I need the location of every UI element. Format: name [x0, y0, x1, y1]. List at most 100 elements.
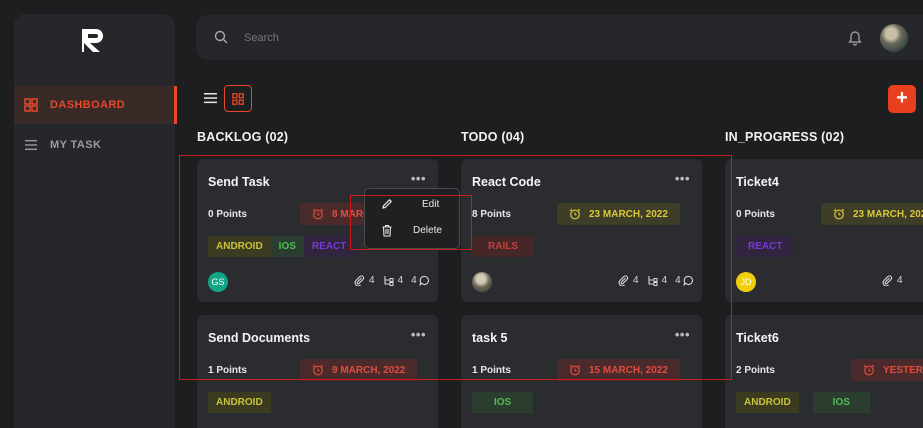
logo-icon[interactable] [78, 25, 108, 55]
attachment-count: 4 [897, 275, 903, 286]
alarm-clock-icon [863, 364, 875, 376]
column-title-backlog: BACKLOG (02) [197, 130, 289, 144]
subtask-icon [384, 276, 394, 286]
card-points: 1 Points [208, 365, 247, 376]
alarm-clock-icon [569, 208, 581, 220]
subtask-count: 4 [397, 275, 404, 286]
menu-item-edit[interactable]: Edit [365, 192, 461, 216]
tag-ios: IOS [472, 392, 534, 413]
card-points: 8 Points [472, 209, 511, 220]
grid-icon [24, 98, 38, 112]
comment-icon [419, 275, 429, 286]
card-title: Send Documents [208, 331, 311, 345]
grid-view-button[interactable] [224, 85, 252, 112]
tag-list: RAILS [472, 236, 534, 257]
menu-item-label: Delete [413, 224, 442, 236]
menu-item-label: Edit [422, 198, 440, 210]
card-title: Ticket4 [736, 175, 779, 189]
tag-list: ANDROID IOS [736, 392, 870, 413]
top-bar [196, 15, 923, 60]
card-title: task 5 [472, 331, 508, 345]
due-date-badge: 9 MARCH, 2022 [300, 359, 418, 381]
due-date-badge: 23 MARCH, 2022 [557, 203, 680, 225]
attachment-count: 4 [369, 275, 375, 286]
card-points: 1 Points [472, 365, 511, 376]
due-date-badge: YESTERDAY [851, 359, 923, 381]
card-points: 0 Points [208, 209, 247, 220]
tag-android: ANDROID [208, 392, 271, 413]
assignee-avatar[interactable]: JD [736, 272, 756, 292]
more-options-icon[interactable]: ••• [675, 327, 690, 342]
tag-list: ANDROID [208, 392, 271, 413]
search-input[interactable] [244, 27, 644, 49]
sidebar: DASHBOARD MY TASK [14, 14, 177, 428]
menu-item-delete[interactable]: Delete [365, 218, 461, 242]
more-options-icon[interactable]: ••• [411, 327, 426, 342]
column-title-todo: TODO (04) [461, 130, 525, 144]
more-options-icon[interactable]: ••• [675, 171, 690, 186]
comment-count: 4 [411, 275, 417, 286]
assignee-avatar[interactable]: GS [208, 272, 228, 292]
assignee-avatar[interactable] [472, 272, 492, 292]
tag-list: IOS [472, 392, 534, 413]
alarm-clock-icon [312, 208, 324, 220]
task-card[interactable]: Ticket6 2 Points YESTERDAY ANDROID IOS [725, 315, 923, 428]
more-options-icon[interactable]: ••• [411, 171, 426, 186]
attachment-count: 4 [633, 275, 639, 286]
task-card[interactable]: Send Documents ••• 1 Points 9 MARCH, 202… [197, 315, 438, 428]
card-context-menu: Edit Delete [364, 188, 460, 249]
sidebar-item-my-task[interactable]: MY TASK [14, 126, 175, 164]
comment-count: 4 [675, 275, 681, 286]
paperclip-icon [618, 275, 629, 286]
menu-icon [25, 140, 37, 150]
tag-rails: RAILS [472, 236, 534, 257]
card-title: Ticket6 [736, 331, 779, 345]
task-card[interactable]: React Code ••• 8 Points 23 MARCH, 2022 R… [461, 159, 702, 302]
tag-ios: IOS [812, 392, 870, 413]
card-meta: 4 [882, 275, 911, 286]
subtask-count: 4 [661, 275, 668, 286]
tag-react: REACT [303, 236, 355, 257]
user-avatar[interactable] [880, 24, 908, 52]
task-card[interactable]: task 5 ••• 1 Points 15 MARCH, 2022 IOS [461, 315, 702, 428]
paperclip-icon [882, 275, 893, 286]
grid-icon [232, 92, 244, 105]
card-meta: 4 4 4 [618, 275, 698, 286]
subtask-icon [648, 276, 658, 286]
sidebar-item-label: DASHBOARD [50, 99, 126, 111]
comment-icon [683, 275, 693, 286]
column-title-in-progress: IN_PROGRESS (02) [725, 130, 845, 144]
card-title: React Code [472, 175, 541, 189]
due-date: 23 MARCH, 2022 [589, 208, 668, 220]
sidebar-item-label: MY TASK [50, 139, 102, 151]
tag-ios: IOS [270, 236, 304, 257]
sidebar-nav: DASHBOARD MY TASK [14, 86, 177, 164]
alarm-clock-icon [312, 364, 324, 376]
add-task-button[interactable]: + [888, 85, 916, 113]
card-meta: 4 4 4 [354, 275, 434, 286]
alarm-clock-icon [833, 208, 845, 220]
sidebar-item-dashboard[interactable]: DASHBOARD [14, 86, 177, 124]
trash-icon [382, 224, 392, 237]
plus-icon: + [896, 87, 908, 109]
due-date: YESTERDAY [883, 364, 923, 376]
task-card[interactable]: Ticket4 0 Points 23 MARCH, 2022 REACT JD… [725, 159, 923, 302]
pencil-icon [382, 198, 393, 209]
due-date-badge: 23 MARCH, 2022 [821, 203, 923, 225]
list-view-icon[interactable] [203, 91, 219, 105]
card-points: 0 Points [736, 209, 775, 220]
card-points: 2 Points [736, 365, 775, 376]
paperclip-icon [354, 275, 365, 286]
tag-android: ANDROID [208, 236, 271, 257]
due-date-badge: 15 MARCH, 2022 [557, 359, 680, 381]
tag-list: ANDROID IOS REACT [208, 236, 355, 257]
search-icon [214, 30, 228, 44]
tag-list: REACT [736, 236, 795, 257]
due-date: 23 MARCH, 2022 [853, 208, 923, 220]
card-title: Send Task [208, 175, 270, 189]
due-date: 15 MARCH, 2022 [589, 364, 668, 376]
tag-android: ANDROID [736, 392, 799, 413]
alarm-clock-icon [569, 364, 581, 376]
bell-icon[interactable] [848, 30, 862, 46]
tag-react: REACT [736, 236, 795, 257]
